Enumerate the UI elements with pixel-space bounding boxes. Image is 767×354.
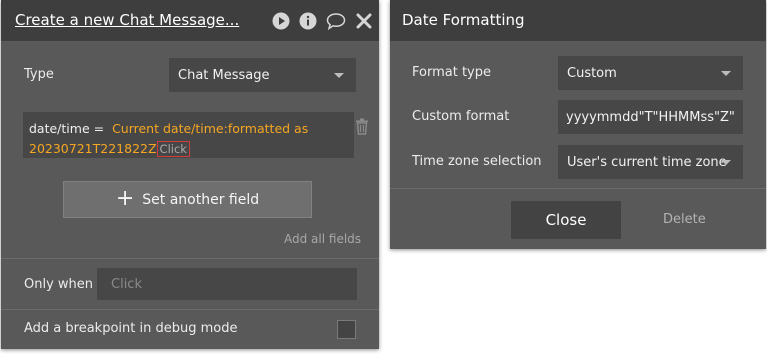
- breakpoint-checkbox[interactable]: [337, 320, 356, 339]
- expression-part-1[interactable]: Current date/time:formatted as: [112, 121, 308, 136]
- create-chat-message-panel: Create a new Chat Message... Type Chat M…: [1, 0, 379, 349]
- header-icons: [272, 11, 373, 31]
- set-another-field-label: Set another field: [142, 191, 260, 208]
- chevron-down-icon: [334, 73, 344, 78]
- date-formatting-panel: Date Formatting Format type Custom Custo…: [390, 0, 766, 249]
- field-expression: date/time = Current date/time:formatted …: [29, 119, 349, 159]
- panel-header: Create a new Chat Message...: [1, 0, 379, 41]
- click-hint[interactable]: Click: [156, 141, 190, 157]
- type-label: Type: [24, 67, 54, 82]
- close-icon[interactable]: [355, 12, 373, 30]
- breakpoint-label: Add a breakpoint in debug mode: [24, 321, 238, 336]
- field-name: date/time: [29, 121, 90, 136]
- chevron-down-icon: [721, 71, 731, 76]
- divider: [1, 258, 379, 259]
- delete-button[interactable]: Delete: [663, 212, 706, 227]
- divider: [390, 188, 766, 189]
- chevron-down-icon: [721, 160, 731, 165]
- format-type-dropdown[interactable]: Custom: [558, 56, 743, 90]
- time-zone-value: User's current time zone: [567, 155, 727, 170]
- time-zone-label: Time zone selection: [412, 154, 542, 169]
- close-label: Close: [545, 211, 587, 229]
- panel-header: Date Formatting: [390, 0, 766, 41]
- trash-icon[interactable]: [354, 118, 370, 135]
- set-another-field-button[interactable]: + Set another field: [63, 181, 312, 218]
- field-assignment[interactable]: date/time = Current date/time:formatted …: [23, 112, 354, 158]
- comment-icon[interactable]: [326, 12, 346, 30]
- only-when-label: Only when: [24, 277, 94, 292]
- type-dropdown[interactable]: Chat Message: [169, 58, 356, 92]
- only-when-placeholder: Click: [111, 277, 142, 292]
- format-type-label: Format type: [412, 65, 491, 80]
- time-zone-dropdown[interactable]: User's current time zone: [558, 145, 743, 179]
- expression-part-2[interactable]: 20230721T221822Z: [29, 141, 157, 156]
- type-value: Chat Message: [178, 68, 270, 83]
- field-operator: =: [93, 121, 105, 136]
- panel-title[interactable]: Create a new Chat Message...: [15, 11, 239, 29]
- plus-icon: +: [115, 185, 135, 211]
- format-type-value: Custom: [567, 66, 617, 81]
- custom-format-label: Custom format: [412, 109, 510, 124]
- info-icon[interactable]: [299, 12, 317, 30]
- panel-title: Date Formatting: [402, 11, 525, 29]
- divider: [1, 309, 379, 310]
- close-button[interactable]: Close: [511, 201, 621, 239]
- custom-format-input[interactable]: yyyymmdd"T"HHMMss"Z": [558, 100, 743, 134]
- play-icon[interactable]: [272, 12, 290, 30]
- custom-format-value: yyyymmdd"T"HHMMss"Z": [566, 110, 735, 125]
- add-all-fields-link[interactable]: Add all fields: [284, 232, 361, 246]
- only-when-input[interactable]: Click: [97, 268, 357, 300]
